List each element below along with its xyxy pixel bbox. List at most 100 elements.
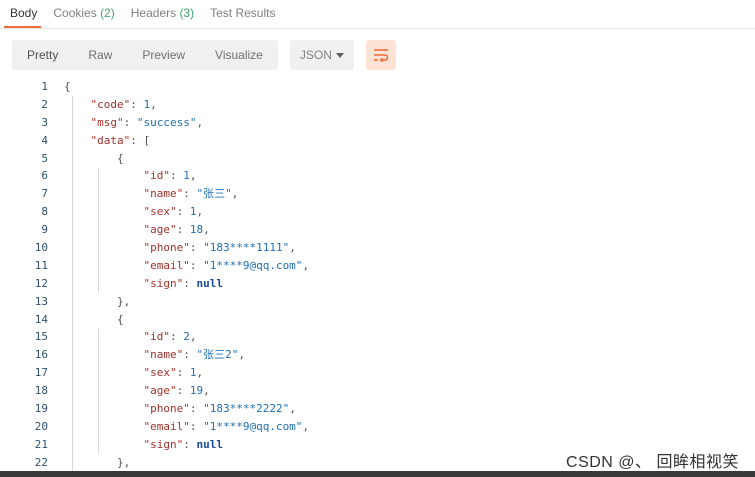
code-text: "msg": "success", <box>64 114 204 132</box>
code-text: "sex": 1, <box>64 203 203 221</box>
code-token: : <box>189 419 204 433</box>
tab-test-results[interactable]: Test Results <box>202 0 283 26</box>
view-pretty-button[interactable]: Pretty <box>12 40 73 70</box>
code-text: { <box>64 150 124 168</box>
response-body-editor[interactable]: 1{2 "code": 1, 3 "msg": "success", 4 "data… <box>12 78 752 471</box>
code-token: "name" <box>143 348 184 362</box>
code-token: "email" <box>143 258 190 272</box>
code-token: : <box>123 115 137 129</box>
code-text: { <box>64 311 124 329</box>
code-token: : <box>189 241 204 255</box>
code-text: "email": "1****9@qq.com", <box>64 418 309 436</box>
code-line: 15 "id": 2, <box>12 328 752 346</box>
code-token: , <box>196 366 204 380</box>
line-number: 4 <box>41 133 48 147</box>
code-line: 4 "data": [ <box>12 132 752 150</box>
view-preview-button[interactable]: Preview <box>127 40 200 70</box>
tab-headers[interactable]: Headers (3) <box>123 0 202 26</box>
code-token: : <box>189 402 204 416</box>
code-text: "name": "张三", <box>64 185 238 203</box>
line-number: 10 <box>34 241 48 255</box>
line-number: 18 <box>34 384 48 398</box>
response-toolbar: Pretty Raw Preview Visualize JSON <box>12 40 396 70</box>
code-token: "sign" <box>143 437 184 451</box>
code-token: "msg" <box>90 115 124 129</box>
code-token: : <box>183 187 197 201</box>
code-text: "id": 1, <box>64 167 196 185</box>
code-token: 2 <box>183 330 190 344</box>
code-token: null <box>196 276 223 290</box>
code-line: 19 "phone": "183****2222", <box>12 400 752 418</box>
response-tabs: Body Cookies (2) Headers (3) Test Result… <box>0 0 755 28</box>
code-text: "email": "1****9@qq.com", <box>64 257 309 275</box>
tab-cookies[interactable]: Cookies (2) <box>45 0 122 26</box>
code-token: , <box>302 419 310 433</box>
code-token: : <box>189 258 204 272</box>
code-line: 10 "phone": "183****1111", <box>12 239 752 257</box>
code-token: , <box>196 205 204 219</box>
tab-test-results-label: Test Results <box>210 6 276 20</box>
tab-cookies-label: Cookies <box>53 6 97 20</box>
line-number: 7 <box>41 187 48 201</box>
code-text: "age": 18, <box>64 221 209 239</box>
line-number: 12 <box>34 276 48 290</box>
line-number: 6 <box>41 169 48 183</box>
code-line: 18 "age": 19, <box>12 382 752 400</box>
code-token: 18 <box>189 223 204 237</box>
code-token: "data" <box>90 133 131 147</box>
code-token: , <box>189 169 197 183</box>
line-number: 8 <box>41 205 48 219</box>
code-token: "1****9@qq.com" <box>203 419 303 433</box>
code-token: "age" <box>143 384 177 398</box>
line-number: 1 <box>41 80 48 93</box>
view-visualize-button[interactable]: Visualize <box>200 40 278 70</box>
code-line: 9 "age": 18, <box>12 221 752 239</box>
tab-headers-label: Headers <box>130 6 177 20</box>
line-number: 20 <box>34 419 48 433</box>
code-token: null <box>196 437 223 451</box>
tab-body[interactable]: Body <box>0 0 45 28</box>
code-text: "sign": null <box>64 275 223 293</box>
code-line: 1{ <box>12 78 752 96</box>
code-token: : <box>176 366 190 380</box>
code-token: "id" <box>143 169 170 183</box>
code-token: { <box>64 151 124 165</box>
code-token: : <box>183 276 197 290</box>
format-select[interactable]: JSON <box>289 40 354 70</box>
tab-body-label: Body <box>10 6 38 20</box>
code-token: "1****9@qq.com" <box>203 258 303 272</box>
view-raw-button[interactable]: Raw <box>73 40 127 70</box>
code-token: : [ <box>130 133 151 147</box>
wrap-lines-icon <box>373 49 389 62</box>
code-token: { <box>64 312 124 326</box>
tab-headers-count: (3) <box>179 6 195 20</box>
code-token: "code" <box>90 97 131 111</box>
code-token: , <box>289 241 296 255</box>
line-number: 19 <box>34 402 48 416</box>
code-text: "name": "张三2", <box>64 346 245 364</box>
code-text: { <box>64 78 71 96</box>
code-token: "sign" <box>143 276 184 290</box>
code-text: "id": 2, <box>64 328 196 346</box>
code-token: , <box>189 330 197 344</box>
wrap-lines-button[interactable] <box>365 40 396 70</box>
format-select-value: JSON <box>299 48 332 62</box>
line-number: 14 <box>34 312 48 326</box>
line-number: 17 <box>34 366 48 380</box>
code-token: , <box>289 402 296 416</box>
code-text: "data": [ <box>64 132 151 150</box>
code-text: "phone": "183****2222", <box>64 400 296 418</box>
code-line: 16 "name": "张三2", <box>12 346 752 364</box>
code-token: "email" <box>143 419 190 433</box>
code-text: "sign": null <box>64 436 223 454</box>
code-token: , <box>150 97 157 111</box>
